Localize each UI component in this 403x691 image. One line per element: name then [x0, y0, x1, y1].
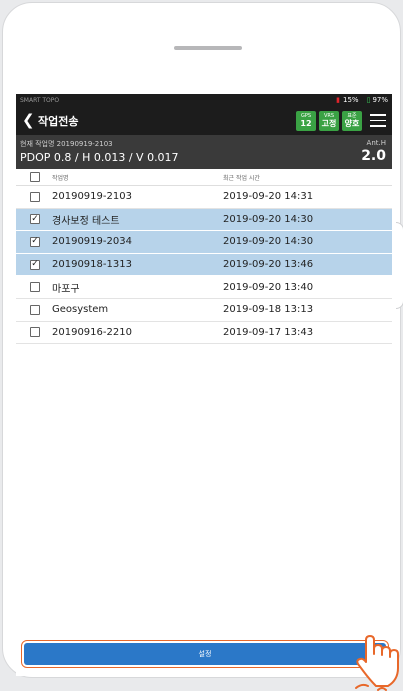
- status-bar: SMART TOPO ▮ 15% ▯ 97%: [16, 94, 392, 106]
- table-row[interactable]: ✓ 경사보정 테스트 2019-09-20 14:30: [16, 208, 392, 232]
- table-row[interactable]: 마포구 2019-09-20 13:40: [16, 276, 392, 299]
- vrs-badge[interactable]: VRS 고정: [319, 110, 339, 131]
- job-date: 2019-09-18 13:13: [223, 304, 314, 316]
- phone-battery-text: 97%: [372, 96, 388, 104]
- accuracy-badge[interactable]: 표준 양호: [342, 110, 362, 131]
- job-date: 2019-09-20 14:30: [223, 213, 314, 225]
- tap-hand-icon: [355, 635, 399, 691]
- table-header: 작업명 최근 작업 시간: [16, 169, 392, 186]
- top-bar: ❮ 작업전송 GPS 12 VRS 고정 표준 양호: [16, 106, 392, 135]
- receiver-battery-text: 15%: [343, 96, 359, 104]
- job-name: Geosystem: [52, 304, 109, 316]
- row-checkbox[interactable]: [30, 191, 40, 202]
- column-header-date: 최근 작업 시간: [223, 174, 260, 182]
- table-row[interactable]: ✓ 20190919-2034 2019-09-20 14:30: [16, 231, 392, 254]
- vrs-badge-value: 고정: [321, 118, 337, 128]
- check-icon: ✓: [31, 259, 39, 270]
- job-date: 2019-09-20 13:46: [223, 259, 314, 271]
- pdop-readout: PDOP 0.8 / H 0.013 / V 0.017: [20, 151, 179, 164]
- job-name: 20190916-2210: [52, 326, 132, 338]
- info-bar: 현재 작업명 20190919-2103 PDOP 0.8 / H 0.013 …: [16, 135, 392, 169]
- job-name: 20190918-1313: [52, 259, 132, 271]
- row-checkbox[interactable]: [30, 282, 40, 293]
- job-date: 2019-09-17 13:43: [223, 326, 314, 338]
- row-checkbox[interactable]: [30, 304, 40, 315]
- table-row[interactable]: Geosystem 2019-09-18 13:13: [16, 299, 392, 322]
- speaker-slot: [174, 46, 242, 50]
- column-header-name: 작업명: [52, 174, 69, 182]
- job-name: 20190919-2103: [52, 191, 132, 203]
- receiver-battery-icon: ▮: [336, 96, 341, 104]
- job-date: 2019-09-20 14:30: [223, 236, 314, 248]
- app-screen: SMART TOPO ▮ 15% ▯ 97% ❮ 작업전송 GPS 12 VRS…: [16, 94, 392, 676]
- accuracy-badge-value: 양호: [344, 118, 360, 128]
- current-job: 현재 작업명 20190919-2103: [20, 140, 113, 148]
- job-list: 20190919-2103 2019-09-20 14:31 ✓ 경사보정 테스트 20…: [16, 186, 392, 345]
- table-row[interactable]: 20190916-2210 2019-09-17 13:43: [16, 322, 392, 345]
- hamburger-menu-icon[interactable]: [370, 114, 386, 127]
- table-row[interactable]: 20190919-2103 2019-09-20 14:31: [16, 186, 392, 209]
- job-date: 2019-09-20 14:31: [223, 191, 314, 203]
- check-icon: ✓: [31, 236, 39, 247]
- phone-battery-icon: ▯: [366, 96, 371, 104]
- check-icon: ✓: [31, 213, 39, 224]
- confirm-button[interactable]: 설정: [21, 640, 389, 668]
- side-button: [396, 222, 403, 309]
- row-checkbox[interactable]: ✓: [30, 213, 40, 225]
- job-name: 경사보정 테스트: [52, 215, 120, 227]
- antenna-height-value: 2.0: [361, 148, 386, 164]
- row-checkbox[interactable]: ✓: [30, 236, 40, 247]
- job-name: 마포구: [52, 283, 80, 295]
- gps-badge-value: 12: [300, 118, 312, 128]
- table-row[interactable]: ✓ 20190918-1313 2019-09-20 13:46: [16, 253, 392, 277]
- antenna-height-label: Ant.H: [366, 139, 386, 147]
- app-name: SMART TOPO: [20, 96, 60, 104]
- page-title: 작업전송: [38, 114, 79, 128]
- job-date: 2019-09-20 13:40: [223, 281, 314, 293]
- select-all-checkbox[interactable]: [30, 172, 40, 182]
- row-checkbox[interactable]: ✓: [30, 259, 40, 270]
- back-arrow-icon[interactable]: ❮: [22, 113, 36, 128]
- job-name: 20190919-2034: [52, 236, 132, 248]
- gps-badge[interactable]: GPS 12: [296, 110, 316, 131]
- row-checkbox[interactable]: [30, 327, 40, 338]
